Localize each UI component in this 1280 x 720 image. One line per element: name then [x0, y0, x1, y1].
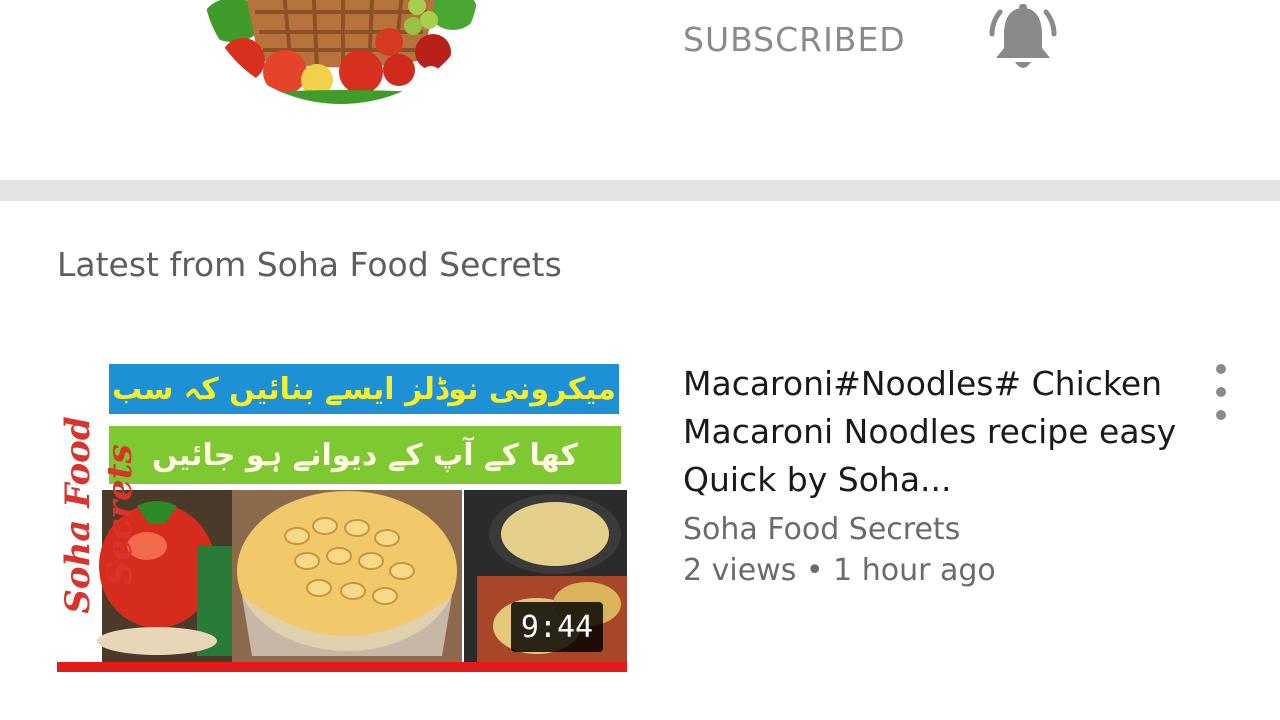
video-channel-name[interactable]: Soha Food Secrets: [683, 512, 960, 547]
notification-bell-icon[interactable]: [986, 2, 1060, 76]
section-divider: [0, 180, 1280, 201]
vegetable-basket-icon: [203, 0, 479, 104]
menu-dot: [1216, 387, 1226, 397]
video-duration-badge: 9:44: [511, 602, 603, 652]
thumbnail-urdu-line2: کھا کے آپ کے دیوانے ہو جائیں: [109, 426, 621, 484]
menu-dot: [1216, 410, 1226, 420]
subscribed-button[interactable]: SUBSCRIBED: [683, 20, 906, 59]
menu-dot: [1216, 364, 1226, 374]
channel-avatar[interactable]: [203, 0, 479, 104]
section-title: Latest from Soha Food Secrets: [57, 245, 562, 284]
video-title[interactable]: Macaroni#Noodles# Chicken Macaroni Noodl…: [683, 360, 1183, 504]
watched-progress-bar: [57, 662, 627, 672]
more-vert-icon[interactable]: [1206, 364, 1236, 420]
thumbnail-urdu-line1: میکرونی نوڈلز ایسے بنائیں کہ سب: [109, 364, 619, 414]
video-thumbnail[interactable]: میکرونی نوڈلز ایسے بنائیں کہ سب کھا کے آ…: [57, 356, 627, 672]
thumbnail-brand-text: Soha Food Secrets: [58, 416, 140, 614]
video-meta: 2 views • 1 hour ago: [683, 553, 996, 588]
